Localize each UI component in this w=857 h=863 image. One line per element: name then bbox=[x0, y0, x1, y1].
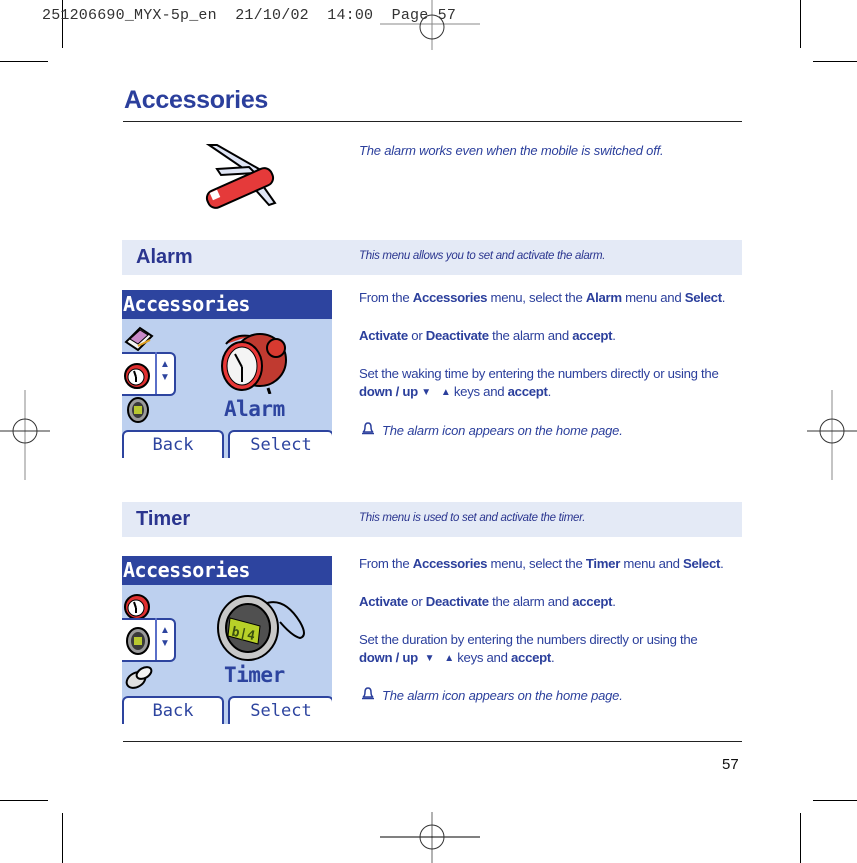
section-description: This menu is used to set and activate th… bbox=[359, 512, 586, 524]
section-band-alarm: Alarm This menu allows you to set and ac… bbox=[122, 240, 742, 275]
note-alarm-icon: The alarm icon appears on the home page. bbox=[361, 687, 623, 703]
crop-mark bbox=[62, 813, 63, 863]
phone-screen-timer: Accessories ▲ ▼ b|4 Timer Back Select bbox=[122, 556, 332, 724]
section-title: Timer bbox=[136, 508, 191, 530]
header-rule bbox=[123, 121, 742, 122]
crop-mark bbox=[813, 61, 857, 62]
scroll-down-icon[interactable]: ▼ bbox=[158, 637, 172, 650]
intro-note: The alarm works even when the mobile is … bbox=[359, 143, 664, 158]
bell-icon bbox=[362, 422, 374, 435]
up-arrow-icon: ▲ bbox=[444, 653, 454, 664]
section-description: This menu allows you to set and activate… bbox=[359, 250, 606, 262]
scroll-up-icon[interactable]: ▲ bbox=[158, 624, 172, 637]
phone-screen-alarm: Accessories ▲ ▼ Alarm Back Select bbox=[122, 290, 332, 458]
selected-item-label: Alarm bbox=[224, 397, 285, 421]
scroll-down-icon[interactable]: ▼ bbox=[158, 371, 172, 384]
crop-mark bbox=[800, 813, 801, 863]
select-softkey[interactable]: Select bbox=[228, 696, 332, 724]
scroll-arrows[interactable]: ▲ ▼ bbox=[158, 358, 172, 384]
alarm-clock-icon[interactable] bbox=[124, 360, 152, 390]
screen-header: Accessories bbox=[122, 556, 332, 585]
bell-icon bbox=[362, 687, 374, 700]
keys-icon[interactable] bbox=[124, 664, 154, 690]
scroll-arrows[interactable]: ▲ ▼ bbox=[158, 624, 172, 650]
section-band-timer: Timer This menu is used to set and activ… bbox=[122, 502, 742, 537]
back-softkey[interactable]: Back bbox=[122, 430, 224, 458]
step-1: From the Accessories menu, select the Al… bbox=[359, 290, 726, 305]
page-title: Accessories bbox=[124, 86, 269, 114]
up-arrow-icon: ▲ bbox=[440, 387, 451, 398]
timer-icon[interactable] bbox=[125, 626, 151, 656]
alarm-clock-large-icon bbox=[221, 333, 287, 394]
back-softkey[interactable]: Back bbox=[122, 696, 224, 724]
notepad-icon[interactable] bbox=[124, 326, 154, 352]
crop-mark bbox=[800, 0, 801, 48]
registration-mark-top bbox=[380, 0, 480, 50]
crop-mark bbox=[0, 800, 48, 801]
registration-mark-right bbox=[807, 390, 857, 480]
select-softkey[interactable]: Select bbox=[228, 430, 332, 458]
crop-mark bbox=[0, 61, 48, 62]
alarm-clock-icon[interactable] bbox=[124, 591, 152, 621]
section-title: Alarm bbox=[136, 246, 193, 268]
step-3: Set the duration by entering the numbers… bbox=[359, 631, 698, 668]
registration-mark-bottom bbox=[380, 812, 480, 863]
stopwatch-large-icon: b|4 bbox=[217, 595, 305, 661]
step-1: From the Accessories menu, select the Ti… bbox=[359, 556, 724, 571]
step-2: Activate or Deactivate the alarm and acc… bbox=[359, 328, 616, 343]
down-arrow-icon: ▼ bbox=[421, 387, 431, 398]
footer-rule bbox=[123, 741, 742, 742]
crop-mark bbox=[813, 800, 857, 801]
scroll-up-icon[interactable]: ▲ bbox=[158, 358, 172, 371]
registration-mark-left bbox=[0, 390, 50, 480]
selection-divider bbox=[155, 618, 157, 660]
selection-divider bbox=[155, 352, 157, 394]
note-alarm-icon: The alarm icon appears on the home page. bbox=[361, 422, 623, 438]
screen-header: Accessories bbox=[122, 290, 332, 319]
selected-item-label: Timer bbox=[224, 663, 285, 687]
page-number: 57 bbox=[722, 756, 739, 773]
timer-icon[interactable] bbox=[126, 396, 150, 424]
step-2: Activate or Deactivate the alarm and acc… bbox=[359, 594, 616, 609]
pocket-knife-icon bbox=[205, 144, 277, 209]
step-3: Set the waking time by entering the numb… bbox=[359, 365, 719, 402]
down-arrow-icon: ▼ bbox=[424, 653, 435, 664]
